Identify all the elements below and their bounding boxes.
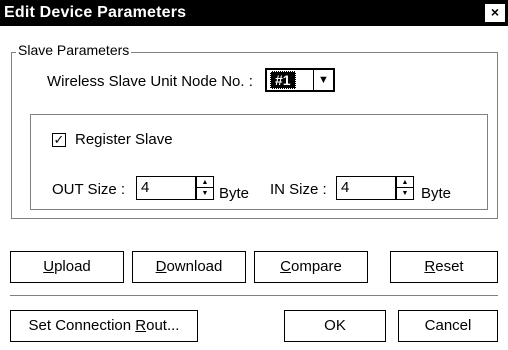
close-button[interactable]: × <box>484 3 506 23</box>
in-size-unit: Byte <box>421 185 452 202</box>
in-size-label: IN Size : <box>270 181 327 198</box>
node-number-value: #1 <box>270 71 296 89</box>
upload-hotkey: U <box>43 258 55 275</box>
triangle-up-icon[interactable]: ▲ <box>397 177 413 188</box>
download-button[interactable]: Download <box>132 251 246 283</box>
upload-button[interactable]: Upload <box>10 251 124 283</box>
set-connection-prefix: Set Connection <box>28 317 136 334</box>
close-icon: × <box>490 4 500 20</box>
node-number-select[interactable]: #1 ▼ <box>265 68 335 92</box>
title-bar: Edit Device Parameters × <box>0 0 508 26</box>
triangle-down-icon[interactable]: ▼ <box>197 188 213 199</box>
set-connection-rest: out... <box>146 317 180 334</box>
reset-hotkey: R <box>424 258 436 275</box>
reset-button[interactable]: Reset <box>390 251 498 283</box>
register-slave-checkbox[interactable]: ✓ <box>52 133 66 147</box>
compare-button[interactable]: Compare <box>254 251 368 283</box>
window-title: Edit Device Parameters <box>4 4 187 21</box>
separator <box>10 295 498 296</box>
ok-label: OK <box>324 317 346 334</box>
out-size-label: OUT Size : <box>52 181 126 198</box>
upload-label: pload <box>54 258 91 275</box>
download-label: ownload <box>166 258 223 275</box>
slave-parameters-label: Slave Parameters <box>16 42 132 58</box>
out-size-input[interactable]: 4 <box>136 176 196 200</box>
ok-button[interactable]: OK <box>284 310 386 342</box>
compare-hotkey: C <box>280 258 291 275</box>
node-number-label: Wireless Slave Unit Node No. : <box>47 73 253 90</box>
edit-device-parameters-dialog: Edit Device Parameters × Slave Parameter… <box>0 0 508 350</box>
chevron-down-icon[interactable]: ▼ <box>313 70 333 90</box>
in-size-stepper[interactable]: ▲ ▼ <box>396 176 414 200</box>
compare-label: ompare <box>290 258 342 275</box>
out-size-unit: Byte <box>219 185 250 202</box>
triangle-up-icon[interactable]: ▲ <box>197 177 213 188</box>
reset-label: eset <box>435 258 464 275</box>
cancel-button[interactable]: Cancel <box>398 310 498 342</box>
set-connection-route-button[interactable]: Set Connection Rout... <box>10 310 198 342</box>
download-hotkey: D <box>155 258 167 275</box>
cancel-label: Cancel <box>424 317 472 334</box>
checkmark-icon: ✓ <box>53 132 65 147</box>
set-connection-hotkey: R <box>135 317 147 334</box>
out-size-stepper[interactable]: ▲ ▼ <box>196 176 214 200</box>
triangle-down-icon[interactable]: ▼ <box>397 188 413 199</box>
in-size-input[interactable]: 4 <box>336 176 396 200</box>
register-slave-label: Register Slave <box>75 131 173 148</box>
